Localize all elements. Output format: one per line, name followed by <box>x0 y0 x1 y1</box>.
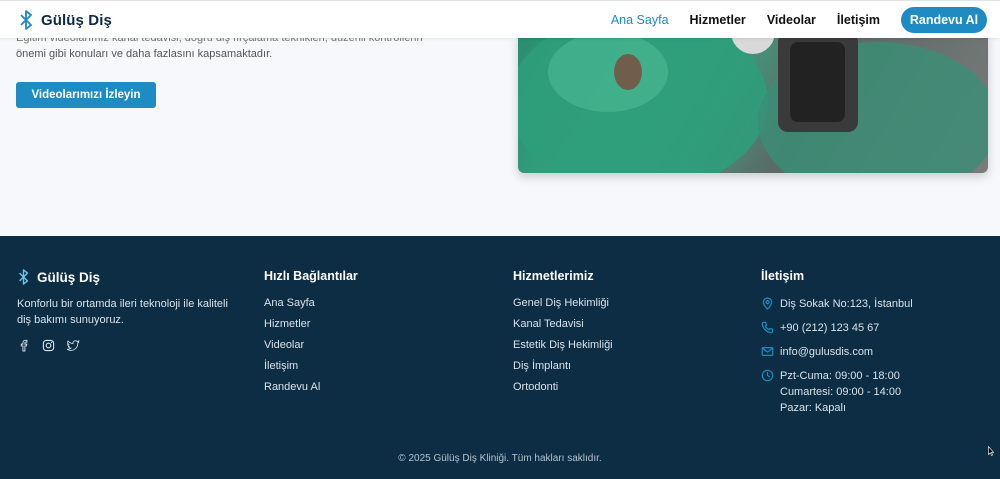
nav-contact[interactable]: İletişim <box>837 13 880 27</box>
mouse-cursor-icon <box>988 446 994 456</box>
services-title: Hizmetlerimiz <box>513 269 594 283</box>
hours-sunday: Pazar: Kapalı <box>780 402 847 414</box>
video-section: Eğitim videolarımız kanal tedavisi, doğr… <box>0 32 1000 236</box>
footer-brand-name: Gülüş Diş <box>37 269 101 285</box>
map-pin-icon <box>762 297 773 310</box>
contact-list: Diş Sokak No:123, İstanbul +90 (212) 123… <box>761 296 913 416</box>
service-link-orthodontics[interactable]: Ortodonti <box>513 380 613 401</box>
copyright-text: © 2025 Gülüş Diş Kliniği. Tüm hakları sa… <box>398 453 602 464</box>
quick-links-column: Hızlı Bağlantılar Ana Sayfa Hizmetler Vi… <box>264 269 358 401</box>
contact-hours: Pzt-Cuma: 09:00 - 18:00 Cumartesi: 09:00… <box>761 368 913 416</box>
appointment-button[interactable]: Randevu Al <box>901 7 987 33</box>
site-footer: Gülüş Diş Konforlu bir ortamda ileri tek… <box>0 236 1000 479</box>
email-text[interactable]: info@gulusdis.com <box>780 344 873 360</box>
quick-links-title: Hızlı Bağlantılar <box>264 269 358 283</box>
contact-column: İletişim Diş Sokak No:123, İstanbul +90 … <box>761 269 913 424</box>
service-link-general[interactable]: Genel Diş Hekimliği <box>513 296 613 317</box>
facebook-icon[interactable] <box>17 339 30 352</box>
footer-about: Konforlu bir ortamda ileri teknoloji ile… <box>17 298 228 326</box>
contact-email: info@gulusdis.com <box>761 344 913 360</box>
dental-procedure-image <box>518 32 988 173</box>
brand-logo[interactable]: Gülüş Diş <box>19 10 112 30</box>
nav-videos[interactable]: Videolar <box>767 13 816 27</box>
service-link-implant[interactable]: Diş İmplantı <box>513 359 613 380</box>
hours-weekdays: Pzt-Cuma: 09:00 - 18:00 <box>780 370 900 382</box>
address-text: Diş Sokak No:123, İstanbul <box>780 298 913 310</box>
envelope-icon <box>761 346 774 357</box>
tooth-logo-icon <box>19 269 29 285</box>
nav-services[interactable]: Hizmetler <box>690 13 746 27</box>
services-list: Genel Diş Hekimliği Kanal Tedavisi Estet… <box>513 296 613 401</box>
brand-name: Gülüş Diş <box>41 11 112 29</box>
service-link-root-canal[interactable]: Kanal Tedavisi <box>513 317 613 338</box>
twitter-icon[interactable] <box>67 339 80 352</box>
instagram-icon[interactable] <box>42 339 55 352</box>
contact-title: İletişim <box>761 269 805 283</box>
contact-address: Diş Sokak No:123, İstanbul <box>761 296 913 312</box>
nav-home[interactable]: Ana Sayfa <box>611 13 669 27</box>
site-header: Gülüş Diş Ana Sayfa Hizmetler Videolar İ… <box>0 0 1000 38</box>
footer-link-appointment[interactable]: Randevu Al <box>264 380 358 401</box>
social-links <box>17 339 80 352</box>
footer-link-home[interactable]: Ana Sayfa <box>264 296 358 317</box>
description-line-2: önemi gibi konuları ve daha fazlasını ka… <box>16 48 273 60</box>
services-column: Hizmetlerimiz Genel Diş Hekimliği Kanal … <box>513 269 613 401</box>
hours-saturday: Cumartesi: 09:00 - 14:00 <box>780 386 902 398</box>
contact-phone: +90 (212) 123 45 67 <box>761 320 913 336</box>
phone-icon <box>761 321 774 334</box>
footer-link-videos[interactable]: Videolar <box>264 338 358 359</box>
dental-procedure-illustration <box>518 32 988 173</box>
footer-link-services[interactable]: Hizmetler <box>264 317 358 338</box>
main-nav: Ana Sayfa Hizmetler Videolar İletişim <box>611 1 880 39</box>
hours-text: Pzt-Cuma: 09:00 - 18:00 Cumartesi: 09:00… <box>780 368 901 416</box>
tooth-logo-icon <box>20 10 32 30</box>
footer-link-contact[interactable]: İletişim <box>264 359 358 380</box>
clock-icon <box>761 369 774 382</box>
quick-links-list: Ana Sayfa Hizmetler Videolar İletişim Ra… <box>264 296 358 401</box>
service-link-cosmetic[interactable]: Estetik Diş Hekimliği <box>513 338 613 359</box>
phone-text[interactable]: +90 (212) 123 45 67 <box>780 320 879 336</box>
footer-brand[interactable]: Gülüş Diş <box>18 269 100 285</box>
watch-videos-button[interactable]: Videolarımızı İzleyin <box>16 82 156 108</box>
